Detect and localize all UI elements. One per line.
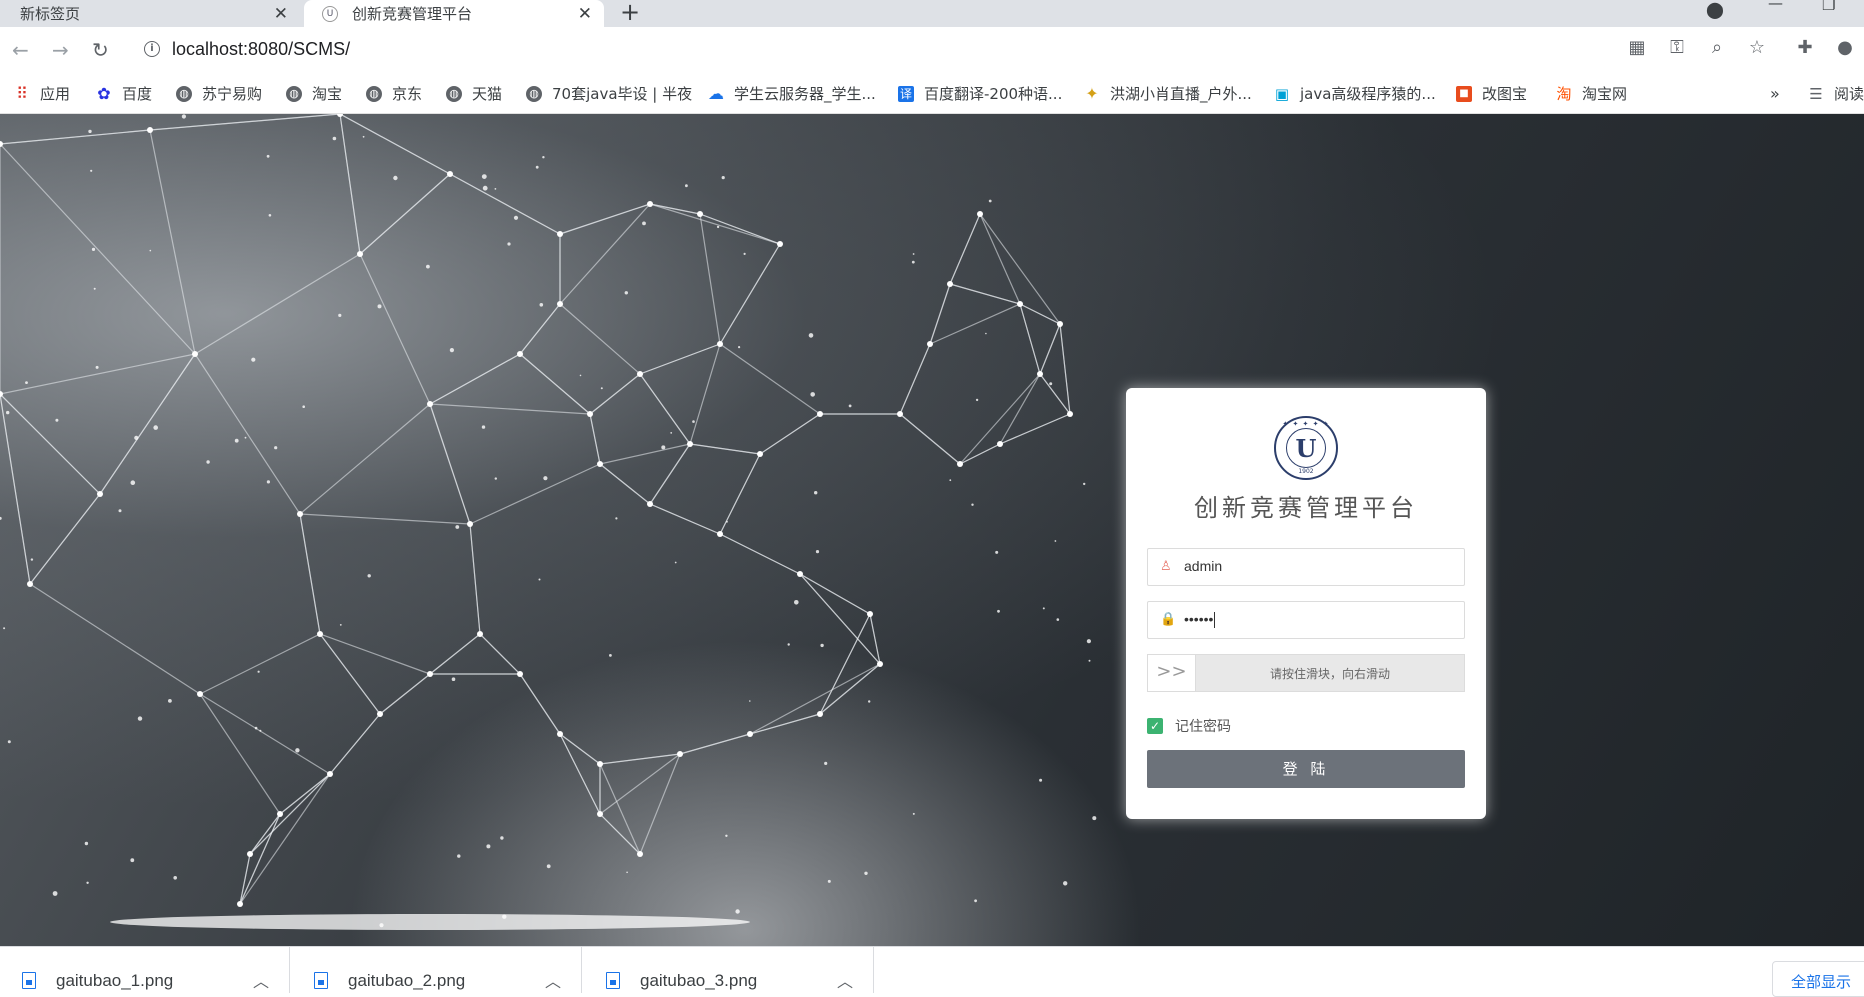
globe-icon: ◍ [176,85,192,102]
profile-dropdown-icon[interactable]: ⬤ [1706,0,1724,19]
password-key-icon[interactable]: ⚿ [1666,37,1688,59]
baidu-paw-icon: ✿ [97,83,111,103]
image-file-icon [314,972,328,989]
profile-avatar-icon[interactable]: ● [1834,37,1856,59]
apps-grid-icon: ⠿ [16,83,28,103]
bookmark-apps[interactable]: ⠿ 应用 [14,73,70,114]
download-item[interactable]: gaitubao_2.png ︿ [292,947,582,993]
back-button[interactable]: ← [12,38,29,62]
lock-icon: 🔒 [1160,612,1177,627]
bookmark-tmall[interactable]: ◍ 天猫 [446,73,502,114]
text-caret [1214,612,1216,629]
bookmark-java-projects[interactable]: ◍ 70套java毕设 | 半夜 [526,73,692,114]
globe-icon: ◍ [286,85,302,102]
bird-icon: ✦ [1085,83,1099,103]
login-page-background: ✦ ✦ ✦ ✦ ✦ U 1902 创新竞赛管理平台 ♙ admin 🔒 ••••… [0,114,1864,946]
username-value: admin [1184,558,1223,574]
bookmarks-overflow-button[interactable]: » [1770,73,1780,114]
bookmark-baidu[interactable]: ✿ 百度 [96,73,152,114]
bookmark-baidu-translate[interactable]: 译百度翻译-200种语... [898,73,1062,114]
cloud-icon: ☁ [708,83,724,103]
globe-icon: ◍ [446,85,462,102]
bookmark-jd[interactable]: ◍ 京东 [366,73,422,114]
download-filename: gaitubao_2.png [348,971,466,990]
minimize-button[interactable]: — [1768,0,1783,12]
login-button[interactable]: 登 陆 [1147,750,1465,788]
reading-list-icon: ☰ [1809,84,1823,103]
bilibili-icon: ▣ [1274,84,1290,103]
username-field[interactable]: ♙ admin [1147,548,1465,586]
download-item[interactable]: gaitubao_1.png ︿ [0,947,290,993]
university-logo: ✦ ✦ ✦ ✦ ✦ U 1902 [1274,416,1338,480]
remember-label: 记住密码 [1175,719,1231,735]
taobao-icon: 淘 [1556,84,1572,103]
reading-list-button[interactable]: ☰ 阅读 [1808,73,1864,114]
download-filename: gaitubao_3.png [640,971,758,990]
bookmark-student-cloud[interactable]: ☁ 学生云服务器_学生... [708,73,876,114]
slider-hint: 请按住滑块，向右滑动 [1269,667,1390,681]
bookmark-gaitubao[interactable]: ■ 改图宝 [1456,73,1527,114]
site-favicon-icon: U [322,5,338,22]
slide-verify: >> 请按住滑块，向右滑动 [1147,654,1465,692]
bookmark-star-icon[interactable]: ☆ [1746,37,1768,59]
tab-new-tab[interactable]: 新标签页 ✕ [0,0,300,27]
maximize-button[interactable]: ❐ [1822,0,1835,14]
bookmarks-bar: ⠿ 应用 ✿ 百度 ◍ 苏宁易购 ◍ 淘宝 ◍ 京东 ◍ 天猫 ◍ 70套java毕设 | 半… [0,73,1864,114]
login-card: ✦ ✦ ✦ ✦ ✦ U 1902 创新竞赛管理平台 ♙ admin 🔒 ••••… [1126,388,1486,819]
tab-label: 创新竞赛管理平台 [352,5,473,23]
remember-checkbox[interactable]: ✓ [1147,718,1163,734]
address-bar[interactable]: i localhost:8080/SCMS/ [134,32,1834,68]
download-filename: gaitubao_1.png [56,971,174,990]
extensions-icon[interactable]: ✚ [1794,37,1816,59]
image-file-icon [22,972,36,989]
password-value: •••••• [1184,611,1214,627]
bookmark-java-senior[interactable]: ▣ java高级程序猿的... [1274,73,1436,114]
slider-handle[interactable]: >> [1148,655,1196,691]
translate-icon: 译 [898,85,914,102]
image-file-icon [606,972,620,989]
globe-icon: ◍ [526,85,542,102]
reload-button[interactable]: ↻ [92,38,109,62]
browser-toolbar: ← → ↻ i localhost:8080/SCMS/ ▦ ⚿ ⌕ ☆ ✚ ● [0,27,1864,73]
remember-password[interactable]: ✓ 记住密码 [1147,716,1231,736]
polygon-runner-illustration [0,114,1097,930]
bookmark-suning[interactable]: ◍ 苏宁易购 [176,73,262,114]
globe-icon: ◍ [366,85,382,102]
bookmark-taobao[interactable]: ◍ 淘宝 [286,73,342,114]
logo-year: 1902 [1298,468,1314,475]
chevron-up-icon[interactable]: ︿ [545,968,561,992]
qr-code-icon[interactable]: ▦ [1626,37,1648,59]
site-info-icon[interactable]: i [144,41,160,57]
zoom-icon[interactable]: ⌕ [1706,37,1728,59]
browser-chrome: 新标签页 ✕ U 创新竞赛管理平台 ✕ + ⬤ — ❐ ← → ↻ i loca… [0,0,1864,114]
tab-label: 新标签页 [20,5,81,23]
chevron-up-icon[interactable]: ︿ [253,968,269,992]
page-title: 创新竞赛管理平台 [1194,494,1418,522]
chevron-up-icon[interactable]: ︿ [837,968,853,992]
forward-button[interactable]: → [52,38,69,62]
bookmark-honghu-live[interactable]: ✦ 洪湖小肖直播_户外... [1084,73,1252,114]
tab-strip: 新标签页 ✕ U 创新竞赛管理平台 ✕ + ⬤ — ❐ [0,0,1864,27]
tab-active-page[interactable]: U 创新竞赛管理平台 ✕ [304,0,604,27]
user-icon: ♙ [1160,559,1172,574]
download-shelf: gaitubao_1.png ︿ gaitubao_2.png ︿ gaitub… [0,946,1864,997]
url-text[interactable]: localhost:8080/SCMS/ [172,39,350,60]
password-field[interactable]: 🔒 •••••• [1147,601,1465,639]
close-icon[interactable]: ✕ [578,4,592,24]
close-icon[interactable]: ✕ [274,4,288,24]
gaitubao-icon: ■ [1456,85,1472,102]
download-item[interactable]: gaitubao_3.png ︿ [584,947,874,993]
new-tab-button[interactable]: + [620,0,640,26]
bookmark-taobao-net[interactable]: 淘淘宝网 [1556,73,1627,114]
